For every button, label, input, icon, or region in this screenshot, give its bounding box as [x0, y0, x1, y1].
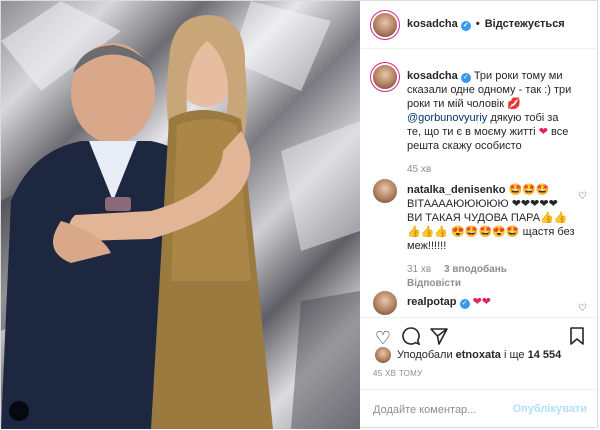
liker-username[interactable]: etnoxata	[456, 349, 501, 361]
reply-button[interactable]: Відповісти	[407, 278, 461, 289]
comment-body: natalka_denisenko 🤩🤩🤩 ВІТААААЮЮЮЮЮ ❤❤❤❤❤…	[407, 183, 575, 291]
author-avatar[interactable]	[373, 13, 397, 37]
share-icon-svg	[430, 328, 448, 345]
comment-text: ❤❤	[472, 296, 492, 308]
likes-summary: Уподобали etnoxata і ще 14 554	[361, 345, 599, 365]
comment-icon-svg	[402, 327, 421, 346]
caption-author-avatar[interactable]	[373, 65, 397, 89]
publish-button[interactable]: Опублікувати	[513, 403, 587, 415]
commenter-avatar[interactable]	[373, 291, 397, 315]
couple-photo-illustration	[1, 1, 360, 429]
tagged-user-icon[interactable]	[9, 401, 29, 421]
comment-body: realpotap ✓ ❤❤	[407, 295, 575, 309]
comments-list[interactable]: kosadcha ✓ Три роки тому ми сказали одне …	[361, 49, 599, 317]
likes-prefix: Уподобали	[397, 349, 453, 361]
comment-like-heart-icon[interactable]: ♡	[578, 303, 587, 314]
verified-badge-icon: ✓	[460, 73, 471, 83]
post-photo[interactable]	[1, 1, 360, 429]
comment-username[interactable]: natalka_denisenko	[407, 184, 505, 196]
likes-count-button[interactable]: 14 554	[528, 349, 562, 361]
likes-text: Уподобали etnoxata і ще 14 554	[397, 349, 561, 361]
heart-emoji-icon: ❤	[538, 126, 548, 138]
caption-body: kosadcha ✓ Три роки тому ми сказали одне …	[407, 69, 575, 177]
follow-status-button[interactable]: Відстежується	[485, 18, 565, 30]
liker-avatar[interactable]	[375, 347, 391, 363]
header-info: kosadcha ✓ • Відстежується	[407, 18, 565, 31]
author-username[interactable]: kosadcha	[407, 18, 458, 30]
caption-mention-link[interactable]: @gorbunovyuriy	[407, 112, 487, 124]
add-comment-bar: Опублікувати	[361, 389, 599, 429]
post-side-panel: kosadcha ✓ • Відстежується kosadcha ✓ Три …	[361, 1, 599, 429]
caption-time[interactable]: 45 хв	[407, 164, 431, 175]
comment-time[interactable]: 31 хв	[407, 264, 431, 275]
comment-username[interactable]: realpotap	[407, 296, 457, 308]
verified-badge-icon: ✓	[460, 21, 471, 31]
add-comment-input[interactable]	[373, 400, 523, 420]
caption-username[interactable]: kosadcha	[407, 70, 458, 82]
comment-meta: 31 хв 3 вподобань Відповісти	[407, 263, 575, 291]
comment-like-heart-icon[interactable]: ♡	[578, 191, 587, 202]
caption-meta: 45 хв	[407, 163, 575, 177]
post-header: kosadcha ✓ • Відстежується	[361, 1, 599, 49]
bookmark-icon-svg	[570, 327, 584, 345]
comment-likes-count[interactable]: 3 вподобань	[444, 264, 507, 275]
likes-middle: і ще	[503, 349, 525, 361]
instagram-post: kosadcha ✓ • Відстежується kosadcha ✓ Три …	[0, 0, 599, 429]
post-timestamp[interactable]: 45 ХВ ТОМУ	[373, 369, 423, 378]
separator-dot: •	[475, 18, 480, 30]
lips-emoji-icon: 💋	[507, 98, 521, 110]
commenter-avatar[interactable]	[373, 179, 397, 203]
verified-badge-icon: ✓	[459, 299, 470, 309]
